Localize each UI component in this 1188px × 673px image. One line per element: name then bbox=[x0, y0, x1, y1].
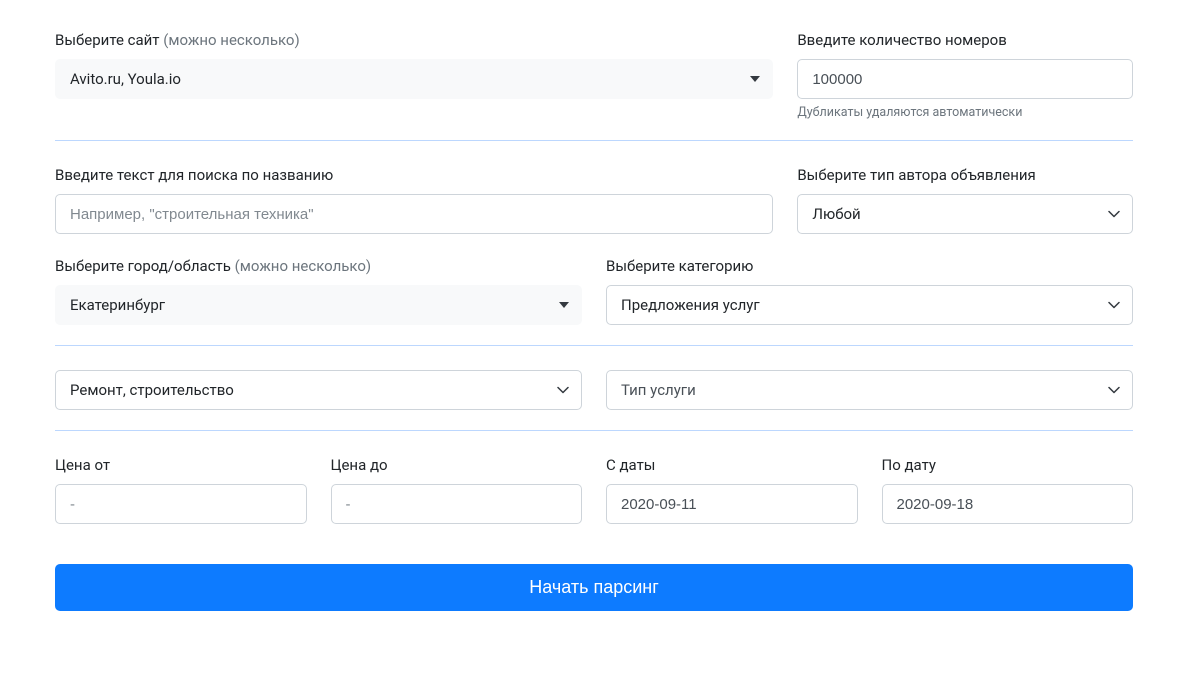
site-label: Выберите сайт (можно несколько) bbox=[55, 30, 773, 51]
subcategory2-value: Тип услуги bbox=[621, 379, 696, 402]
subcategory1-value: Ремонт, строительство bbox=[70, 379, 234, 402]
site-label-hint: (можно несколько) bbox=[163, 31, 299, 49]
city-select[interactable]: Екатеринбург bbox=[55, 285, 582, 325]
divider bbox=[55, 345, 1133, 346]
category-select[interactable]: Предложения услуг bbox=[606, 285, 1133, 325]
subcategory2-select[interactable]: Тип услуги bbox=[606, 370, 1133, 410]
city-label: Выберите город/область (можно несколько) bbox=[55, 256, 582, 277]
city-label-hint: (можно несколько) bbox=[235, 257, 371, 275]
site-select[interactable]: Avito.ru, Youla.io bbox=[55, 59, 773, 99]
site-select-value: Avito.ru, Youla.io bbox=[70, 68, 181, 91]
count-hint: Дубликаты удаляются автоматически bbox=[797, 105, 1133, 120]
divider bbox=[55, 430, 1133, 431]
city-select-value: Екатеринбург bbox=[70, 294, 165, 317]
date-from-label: С даты bbox=[606, 455, 858, 476]
subcategory1-select[interactable]: Ремонт, строительство bbox=[55, 370, 582, 410]
count-input[interactable] bbox=[797, 59, 1133, 99]
price-from-label: Цена от bbox=[55, 455, 307, 476]
author-type-select[interactable]: Любой bbox=[797, 194, 1133, 234]
price-to-label: Цена до bbox=[331, 455, 583, 476]
date-to-label: По дату bbox=[882, 455, 1134, 476]
divider bbox=[55, 140, 1133, 141]
city-label-main: Выберите город/область bbox=[55, 257, 235, 275]
category-label: Выберите категорию bbox=[606, 256, 1133, 277]
search-text-input[interactable] bbox=[55, 194, 773, 234]
date-from-input[interactable] bbox=[606, 484, 858, 524]
search-text-label: Введите текст для поиска по названию bbox=[55, 165, 773, 186]
count-label: Введите количество номеров bbox=[797, 30, 1133, 51]
author-type-value: Любой bbox=[812, 203, 860, 226]
author-type-label: Выберите тип автора объявления bbox=[797, 165, 1133, 186]
price-to-input[interactable] bbox=[331, 484, 583, 524]
category-value: Предложения услуг bbox=[621, 294, 760, 317]
site-label-main: Выберите сайт bbox=[55, 31, 163, 49]
start-parsing-button[interactable]: Начать парсинг bbox=[55, 564, 1133, 611]
price-from-input[interactable] bbox=[55, 484, 307, 524]
date-to-input[interactable] bbox=[882, 484, 1134, 524]
